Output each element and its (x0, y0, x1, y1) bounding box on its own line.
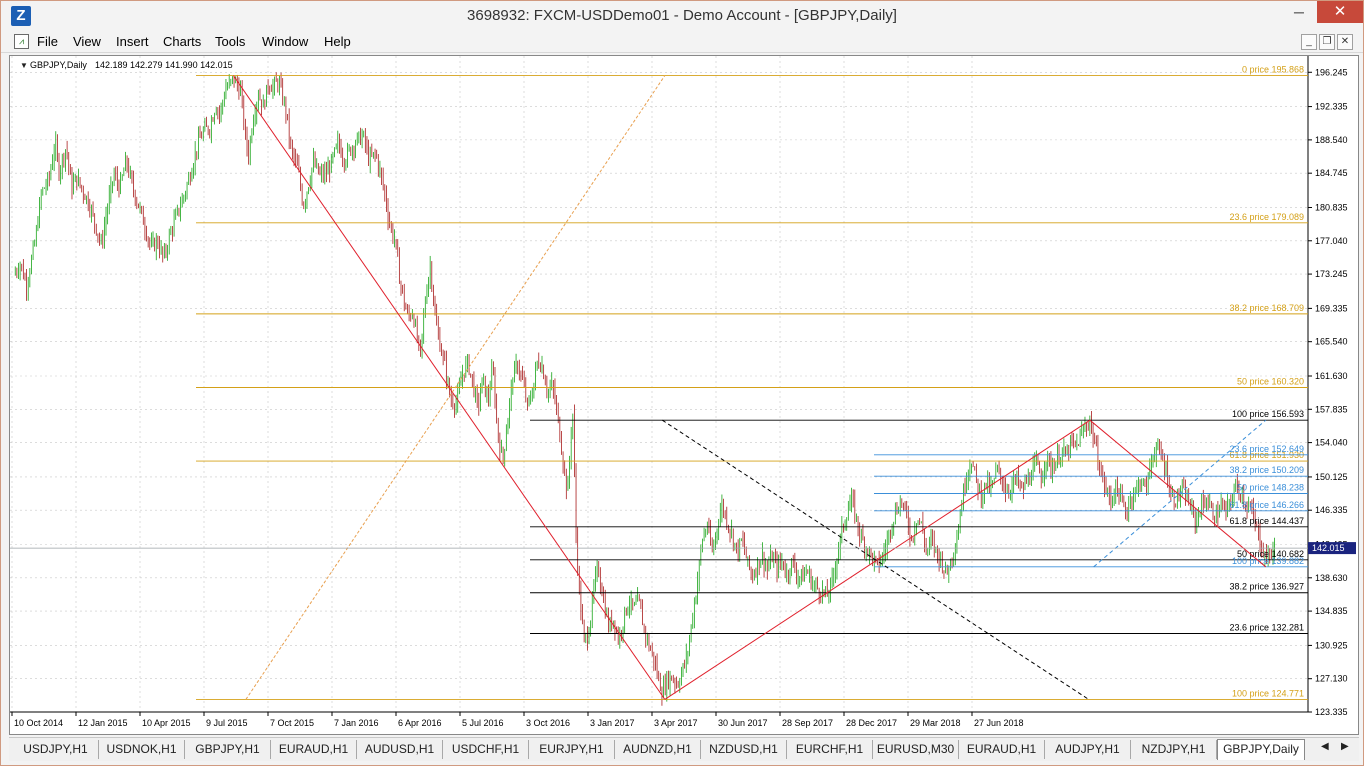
time-tick-label: 6 Apr 2016 (398, 718, 442, 728)
fib-level-label: 38.2 price 168.709 (1229, 303, 1304, 313)
tab-audnzd-h1[interactable]: AUDNZD,H1 (615, 740, 701, 759)
tab-eurjpy-h1[interactable]: EURJPY,H1 (529, 740, 615, 759)
time-tick-label: 10 Apr 2015 (142, 718, 191, 728)
time-tick-label: 5 Jul 2016 (462, 718, 504, 728)
chart-symbol: GBPJPY,Daily (30, 60, 87, 70)
price-tick-label: 138.630 (1315, 573, 1348, 583)
price-tick-label: 184.745 (1315, 168, 1348, 178)
time-tick-label: 7 Jan 2016 (334, 718, 379, 728)
time-tick-label: 28 Dec 2017 (846, 718, 897, 728)
price-tick-label: 157.835 (1315, 404, 1348, 414)
tab-usdnok-h1[interactable]: USDNOK,H1 (99, 740, 185, 759)
time-tick-label: 10 Oct 2014 (14, 718, 63, 728)
tab-audjpy-h1[interactable]: AUDJPY,H1 (1045, 740, 1131, 759)
fib-level-label: 50 price 148.238 (1237, 482, 1304, 492)
menu-view[interactable]: View (73, 34, 101, 49)
fib-level-label: 50 price 160.320 (1237, 376, 1304, 386)
tab-euraud-h1[interactable]: EURAUD,H1 (271, 740, 357, 759)
fib-level-label: 0 price 195.868 (1242, 65, 1304, 75)
chart-ohlc: 142.189 142.279 141.990 142.015 (95, 60, 233, 70)
current-price-label: 142.015 (1312, 543, 1345, 553)
fib-level-label: 38.2 price 150.209 (1229, 465, 1304, 475)
price-tick-label: 180.835 (1315, 202, 1348, 212)
price-tick-label: 196.245 (1315, 67, 1348, 77)
tab-nzdjpy-h1[interactable]: NZDJPY,H1 (1131, 740, 1217, 759)
fib-level-label: 100 price 124.771 (1232, 688, 1304, 698)
menu-charts[interactable]: Charts (163, 34, 201, 49)
price-tick-label: 127.130 (1315, 674, 1348, 684)
chart-window[interactable]: 196.245 192.335 188.540 184.745 180.835 177.0… (9, 55, 1359, 735)
time-tick-label: 9 Jul 2015 (206, 718, 248, 728)
price-tick-label: 146.335 (1315, 505, 1348, 515)
chart-document-icon[interactable]: ⩘ (14, 34, 29, 49)
time-tick-label: 3 Jan 2017 (590, 718, 635, 728)
fib-level-label: 100 price 139.882 (1232, 556, 1304, 566)
time-tick-label: 12 Jan 2015 (78, 718, 128, 728)
price-tick-label: 165.540 (1315, 337, 1348, 347)
window-title: 3698932: FXCM-USDDemo01 - Demo Account -… (467, 7, 897, 24)
price-tick-label: 154.040 (1315, 438, 1348, 448)
tab-eurusd-m30[interactable]: EURUSD,M30 (873, 740, 959, 759)
tab-nzdusd-h1[interactable]: NZDUSD,H1 (701, 740, 787, 759)
time-tick-label: 28 Sep 2017 (782, 718, 833, 728)
fib-level-label: 23.6 price 179.089 (1229, 212, 1304, 222)
terminal-window: Z 3698932: FXCM-USDDemo01 - Demo Account… (0, 0, 1364, 766)
tab-audusd-h1[interactable]: AUDUSD,H1 (357, 740, 443, 759)
price-tick-label: 169.335 (1315, 303, 1348, 313)
time-tick-label: 3 Oct 2016 (526, 718, 570, 728)
time-tick-label: 30 Jun 2017 (718, 718, 768, 728)
time-tick-label: 27 Jun 2018 (974, 718, 1024, 728)
price-tick-label: 134.835 (1315, 606, 1348, 616)
price-tick-label: 150.125 (1315, 472, 1348, 482)
tab-gbpjpy-h1[interactable]: GBPJPY,H1 (185, 740, 271, 759)
tab-euraud-h1[interactable]: EURAUD,H1 (959, 740, 1045, 759)
mdi-close-button[interactable]: ✕ (1337, 34, 1353, 50)
menu-window[interactable]: Window (262, 34, 308, 49)
price-tick-label: 192.335 (1315, 102, 1348, 112)
fib-level-label: 23.6 price 132.281 (1229, 623, 1304, 633)
mdi-minimize-button[interactable]: _ (1301, 34, 1317, 50)
menu-tools[interactable]: Tools (215, 34, 245, 49)
price-chart[interactable]: 196.245 192.335 188.540 184.745 180.835 177.0… (10, 56, 1358, 734)
tab-usdjpy-h1[interactable]: USDJPY,H1 (13, 740, 99, 759)
tab-scroll-left-icon[interactable]: ◀ (1321, 741, 1329, 752)
menu-file[interactable]: File (37, 34, 58, 49)
tab-usdchf-h1[interactable]: USDCHF,H1 (443, 740, 529, 759)
close-button[interactable]: ✕ (1317, 1, 1363, 23)
menu-bar: ⩘ File View Insert Charts Tools Window H… (1, 31, 1363, 53)
price-tick-label: 177.040 (1315, 236, 1348, 246)
time-tick-label: 7 Oct 2015 (270, 718, 314, 728)
chart-dropdown-icon: ▼ (20, 61, 28, 70)
time-tick-label: 29 Mar 2018 (910, 718, 961, 728)
tab-scroll-right-icon[interactable]: ▶ (1341, 741, 1349, 752)
price-tick-label: 123.335 (1315, 707, 1348, 717)
price-tick-label: 173.245 (1315, 269, 1348, 279)
price-tick-label: 130.925 (1315, 640, 1348, 650)
mdi-restore-button[interactable]: ❐ (1319, 34, 1335, 50)
menu-insert[interactable]: Insert (116, 34, 149, 49)
menu-help[interactable]: Help (324, 34, 351, 49)
fib-level-label: 61.8 price 144.437 (1229, 516, 1304, 526)
fib-level-label: 38.2 price 136.927 (1229, 582, 1304, 592)
fib-level-label: 61.8 price 146.266 (1229, 500, 1304, 510)
minimize-button[interactable]: ─ (1283, 1, 1315, 23)
price-tick-label: 188.540 (1315, 135, 1348, 145)
tab-gbpjpy-daily[interactable]: GBPJPY,Daily (1217, 739, 1305, 760)
price-tick-label: 161.630 (1315, 371, 1348, 381)
time-tick-label: 3 Apr 2017 (654, 718, 698, 728)
fib-level-label: 23.6 price 152.649 (1229, 444, 1304, 454)
chart-tab-bar: USDJPY,H1 USDNOK,H1 GBPJPY,H1 EURAUD,H1 AUDU… (9, 737, 1359, 761)
tab-eurchf-h1[interactable]: EURCHF,H1 (787, 740, 873, 759)
title-bar[interactable]: Z 3698932: FXCM-USDDemo01 - Demo Account… (1, 1, 1363, 31)
fib-level-label: 100 price 156.593 (1232, 409, 1304, 419)
